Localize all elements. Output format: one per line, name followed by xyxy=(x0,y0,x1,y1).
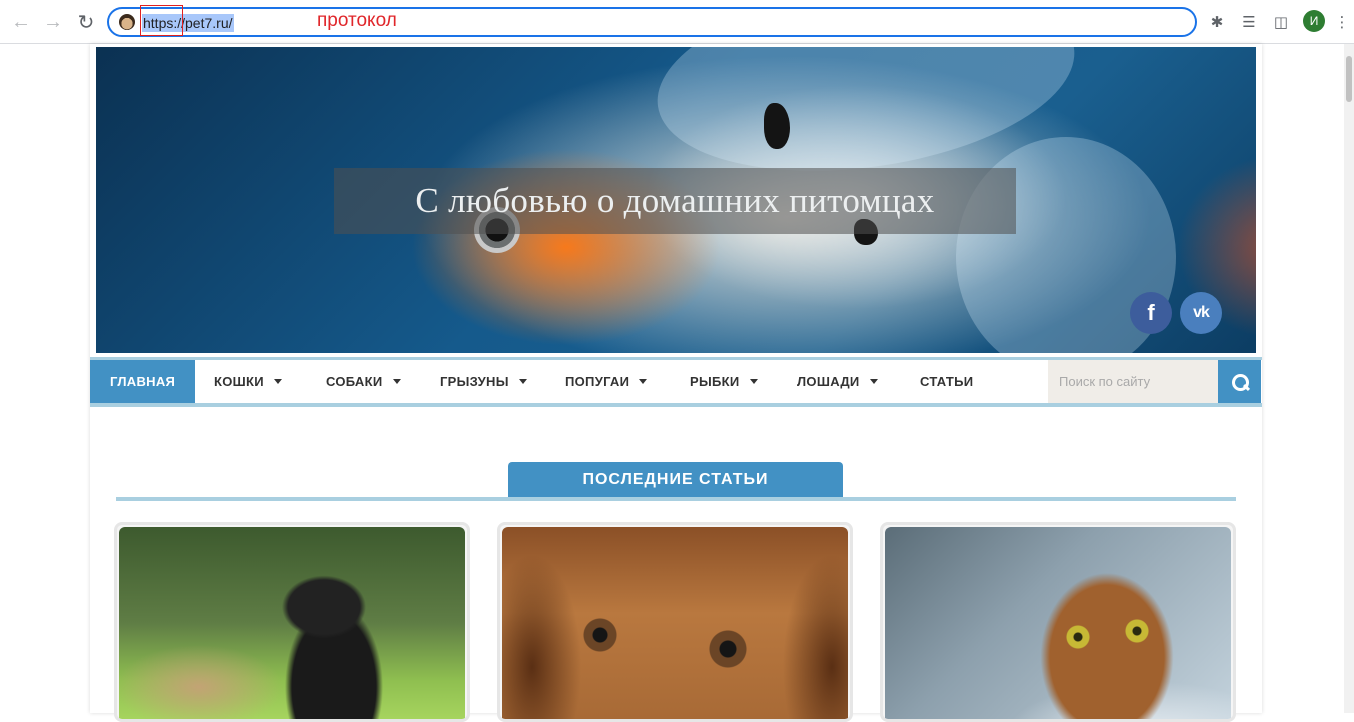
site-favicon-icon xyxy=(119,14,135,30)
back-arrow-icon[interactable]: ← xyxy=(8,9,34,35)
caret-down-icon xyxy=(869,379,878,384)
menu-item-label: ГРЫЗУНЫ xyxy=(440,374,509,389)
menu-item-label: КОШКИ xyxy=(214,374,264,389)
hero-title: С любовью о домашних питомцах xyxy=(415,181,935,220)
menu-item-label: ПОПУГАИ xyxy=(565,374,630,389)
site-page: С любовью о домашних питомцах f vk ГЛАВН… xyxy=(90,44,1262,722)
fish-spot xyxy=(764,103,790,149)
reload-icon[interactable]: ↻ xyxy=(73,9,99,35)
article-card[interactable] xyxy=(880,522,1236,722)
menu-item-home[interactable]: ГЛАВНАЯ xyxy=(90,360,196,403)
caret-down-icon xyxy=(392,379,401,384)
forward-arrow-icon[interactable]: → xyxy=(40,9,66,35)
vk-icon[interactable]: vk xyxy=(1180,292,1222,334)
menu-item-articles[interactable]: СТАТЬИ xyxy=(920,360,973,403)
menu-item-label: ЛОШАДИ xyxy=(797,374,860,389)
caret-down-icon xyxy=(273,379,282,384)
beagle-image[interactable] xyxy=(502,527,848,719)
search-icon xyxy=(1231,373,1249,391)
facebook-icon[interactable]: f xyxy=(1130,292,1172,334)
menu-item-label: РЫБКИ xyxy=(690,374,740,389)
cat-image[interactable] xyxy=(885,527,1231,719)
protocol-annotation: протокол xyxy=(317,10,397,31)
section-divider xyxy=(116,497,1236,501)
protocol-highlight-box xyxy=(140,5,183,36)
profile-avatar[interactable]: И xyxy=(1303,10,1325,32)
more-menu-icon[interactable]: ⋮ xyxy=(1335,11,1350,33)
browser-toolbar: ← → ↻ https://pet7.ru/ протокол ✱ ☰ ◫ И … xyxy=(0,0,1354,44)
section-title-label: ПОСЛЕДНИЕ СТАТЬИ xyxy=(582,471,769,488)
menu-item-dogs[interactable]: СОБАКИ xyxy=(326,360,401,403)
side-panel-icon[interactable]: ◫ xyxy=(1270,11,1292,33)
menu-item-label: СОБАКИ xyxy=(326,374,383,389)
article-card[interactable] xyxy=(114,522,470,722)
menu-item-label: ГЛАВНАЯ xyxy=(110,374,176,389)
main-menu: ГЛАВНАЯ КОШКИ СОБАКИ ГРЫЗУНЫ ПОПУГАИ РЫБ… xyxy=(90,357,1262,407)
caret-down-icon xyxy=(639,379,648,384)
menu-item-cats[interactable]: КОШКИ xyxy=(214,360,282,403)
section-title: ПОСЛЕДНИЕ СТАТЬИ xyxy=(508,462,843,498)
site-search-input[interactable] xyxy=(1048,360,1218,403)
menu-item-parrots[interactable]: ПОПУГАИ xyxy=(565,360,648,403)
menu-item-rodents[interactable]: ГРЫЗУНЫ xyxy=(440,360,527,403)
extensions-puzzle-icon[interactable]: ✱ xyxy=(1206,11,1228,33)
article-card[interactable] xyxy=(497,522,853,722)
dog-paw-image[interactable] xyxy=(119,527,465,719)
caret-down-icon xyxy=(749,379,758,384)
hero-title-box: С любовью о домашних питомцах xyxy=(334,168,1016,234)
scrollbar-thumb[interactable] xyxy=(1346,56,1352,102)
menu-item-label: СТАТЬИ xyxy=(920,374,974,389)
page-scrollbar[interactable] xyxy=(1344,44,1354,713)
menu-item-horses[interactable]: ЛОШАДИ xyxy=(797,360,878,403)
hero-banner: С любовью о домашних питомцах f vk xyxy=(96,47,1256,353)
caret-down-icon xyxy=(518,379,527,384)
media-playlist-icon[interactable]: ☰ xyxy=(1238,11,1260,33)
search-button[interactable] xyxy=(1218,360,1261,403)
menu-item-fish[interactable]: РЫБКИ xyxy=(690,360,758,403)
address-bar[interactable]: https://pet7.ru/ xyxy=(107,7,1197,37)
